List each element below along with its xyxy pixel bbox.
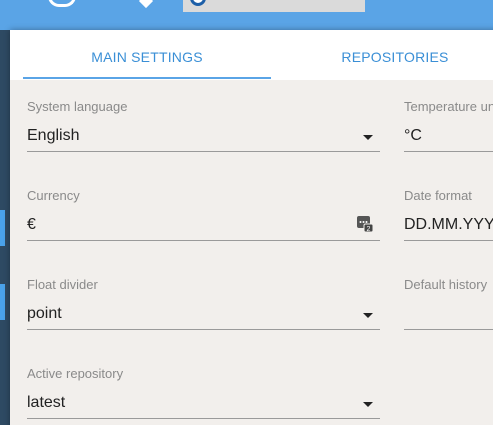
currency-picker-icon[interactable]: 2	[357, 216, 373, 232]
active-repository-value: latest	[27, 394, 66, 411]
dropdown-icon[interactable]	[138, 0, 154, 9]
settings-dialog: MAIN SETTINGS REPOSITORIES System langua…	[10, 30, 493, 425]
top-app-bar	[0, 0, 493, 30]
field-underline	[27, 329, 380, 330]
tab-bar: MAIN SETTINGS REPOSITORIES	[10, 30, 493, 80]
default-history-select[interactable]: Default history	[404, 277, 493, 337]
date-format-label: Date format	[404, 188, 472, 203]
system-language-value: English	[27, 127, 80, 144]
active-tab-indicator	[23, 77, 271, 79]
date-format-value: DD.MM.YYYY	[404, 216, 493, 233]
background-window-item	[0, 210, 5, 246]
app-window: MAIN SETTINGS REPOSITORIES System langua…	[0, 0, 493, 425]
chevron-down-icon	[363, 135, 373, 140]
currency-input[interactable]: Currency € 2	[27, 188, 380, 248]
field-underline	[404, 151, 493, 152]
date-format-input[interactable]: Date format DD.MM.YYYY	[404, 188, 493, 248]
instance-selector[interactable]	[183, 0, 365, 12]
float-divider-select[interactable]: Float divider point	[27, 277, 380, 337]
background-window-item	[0, 284, 5, 320]
svg-text:2: 2	[367, 226, 371, 232]
default-history-label: Default history	[404, 277, 488, 292]
temperature-units-label: Temperature units	[404, 99, 493, 114]
field-underline	[27, 240, 380, 241]
field-underline	[27, 418, 380, 419]
active-repository-select[interactable]: Active repository latest	[27, 366, 380, 425]
currency-value: €	[27, 216, 36, 233]
field-underline	[404, 240, 493, 241]
currency-label: Currency	[27, 188, 80, 203]
refresh-icon[interactable]	[48, 0, 76, 7]
tab-repositories[interactable]: REPOSITORIES	[271, 30, 493, 80]
system-language-select[interactable]: System language English	[27, 99, 380, 159]
field-underline	[404, 329, 493, 330]
temperature-units-select[interactable]: Temperature units °C	[404, 99, 493, 159]
field-underline	[27, 151, 380, 152]
tab-main-settings[interactable]: MAIN SETTINGS	[23, 30, 271, 80]
float-divider-label: Float divider	[27, 277, 98, 292]
chevron-down-icon	[363, 402, 373, 407]
chevron-down-icon	[363, 313, 373, 318]
system-language-label: System language	[27, 99, 128, 114]
float-divider-value: point	[27, 305, 62, 322]
active-repository-label: Active repository	[27, 366, 124, 381]
temperature-units-value: °C	[404, 127, 422, 144]
